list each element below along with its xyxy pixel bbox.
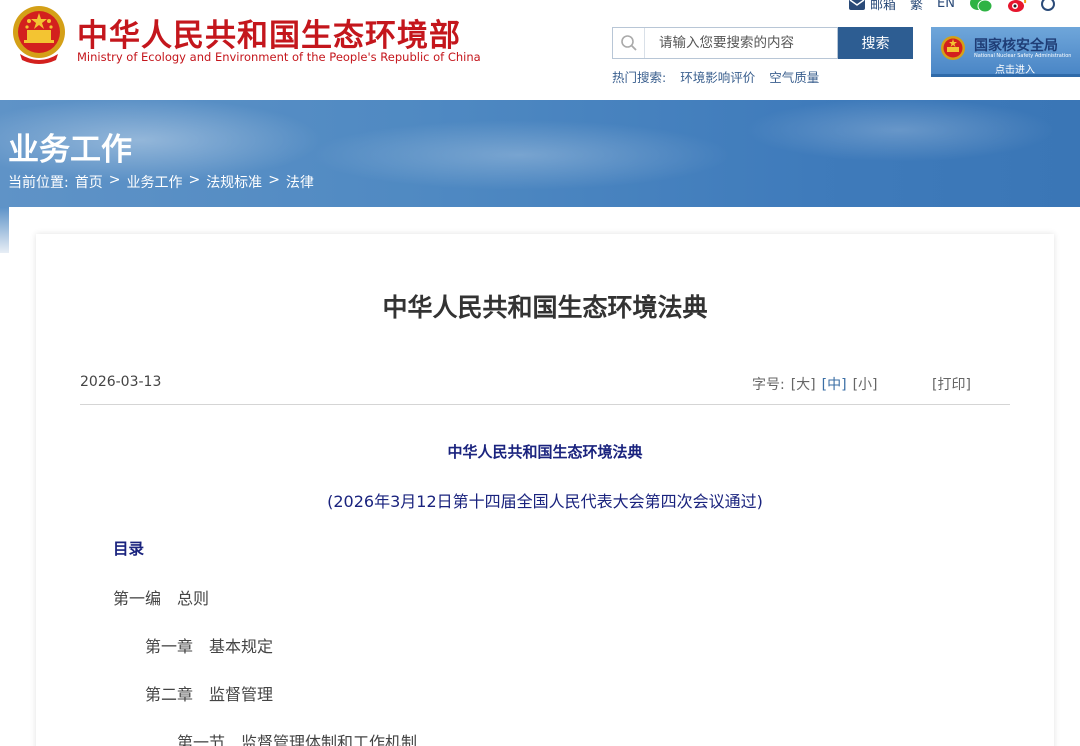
top-links: 邮箱 繁 EN	[848, 0, 1069, 13]
accessibility-link[interactable]	[1040, 0, 1055, 13]
search-input[interactable]	[645, 29, 830, 57]
mail-label: 邮箱	[870, 0, 897, 13]
nnsa-name-cn: 国家核安全局	[974, 38, 1058, 54]
accessibility-icon	[1040, 0, 1055, 11]
publish-date: 2026-03-13	[80, 374, 162, 390]
font-size-small-button[interactable]: [小]	[853, 377, 878, 393]
hot-search: 热门搜索: 环境影响评价 空气质量	[612, 67, 829, 86]
section-banner: 业务工作 当前位置: 首页 > 业务工作 > 法规标准 > 法律	[0, 100, 1080, 207]
toc-item: 第一章 基本规定	[145, 637, 274, 656]
toc-item: 第二章 监督管理	[145, 685, 274, 704]
breadcrumb-item-home[interactable]: 首页	[75, 172, 103, 192]
wechat-icon	[969, 0, 993, 12]
body-subtitle: (2026年3月12日第十四届全国人民代表大会第四次会议通过)	[327, 492, 763, 511]
breadcrumb-item-law[interactable]: 法律	[286, 172, 314, 192]
nnsa-banner-link[interactable]: 国家核安全局 National Nuclear Safety Administr…	[931, 27, 1080, 77]
hot-search-item[interactable]: 环境影响评价	[680, 70, 755, 85]
weibo-link[interactable]	[1007, 0, 1027, 13]
traditional-chinese-link[interactable]: 繁	[910, 0, 923, 13]
breadcrumb-item-business[interactable]: 业务工作	[126, 172, 182, 192]
font-size-controls: 字号: [大] [中] [小]	[752, 374, 878, 394]
breadcrumb-separator: >	[108, 172, 121, 188]
toc-heading: 目录	[113, 540, 145, 558]
breadcrumb-separator: >	[268, 172, 280, 188]
toc-item: 第一节 监督管理体制和工作机制	[177, 733, 418, 746]
site-title-en[interactable]: Ministry of Ecology and Environment of t…	[77, 50, 481, 64]
section-title: 业务工作	[8, 132, 132, 168]
english-label: EN	[937, 0, 955, 11]
breadcrumb-item-regulations[interactable]: 法规标准	[206, 172, 262, 192]
national-emblem-icon[interactable]	[10, 4, 68, 66]
font-size-label: 字号:	[752, 377, 785, 393]
nnsa-enter-label: 点击进入	[995, 65, 1035, 76]
breadcrumb-separator: >	[188, 172, 201, 188]
divider	[80, 404, 1010, 405]
search-button[interactable]: 搜索	[838, 27, 913, 59]
search-icon[interactable]	[613, 28, 645, 58]
article-title: 中华人民共和国生态环境法典	[382, 293, 708, 322]
print-button[interactable]: [打印]	[932, 374, 971, 394]
site-header: 中华人民共和国生态环境部 Ministry of Ecology and Env…	[0, 0, 1080, 100]
weibo-icon	[1007, 0, 1027, 12]
body-title: 中华人民共和国生态环境法典	[447, 443, 643, 461]
article-card: 中华人民共和国生态环境法典 2026-03-13 字号: [大] [中] [小] [打…	[36, 234, 1054, 746]
mail-icon	[849, 0, 865, 10]
search-box	[612, 27, 838, 59]
english-link[interactable]: EN	[937, 0, 955, 11]
font-size-large-button[interactable]: [大]	[791, 377, 816, 393]
wechat-link[interactable]	[969, 0, 993, 13]
hot-search-label: 热门搜索:	[612, 70, 667, 85]
breadcrumb: 当前位置: 首页 > 业务工作 > 法规标准 > 法律	[8, 172, 320, 192]
toc-item: 第一编 总则	[113, 589, 210, 608]
traditional-label: 繁	[910, 0, 924, 13]
national-emblem-icon	[941, 36, 965, 60]
site-title-cn[interactable]: 中华人民共和国生态环境部	[77, 10, 461, 55]
font-size-medium-button[interactable]: [中]	[822, 377, 847, 393]
nnsa-name-en: National Nuclear Safety Administration	[974, 53, 1072, 59]
breadcrumb-label: 当前位置:	[8, 175, 69, 191]
hot-search-item[interactable]: 空气质量	[769, 70, 819, 85]
decorative-strip	[0, 207, 9, 253]
mail-link[interactable]: 邮箱	[848, 0, 896, 13]
